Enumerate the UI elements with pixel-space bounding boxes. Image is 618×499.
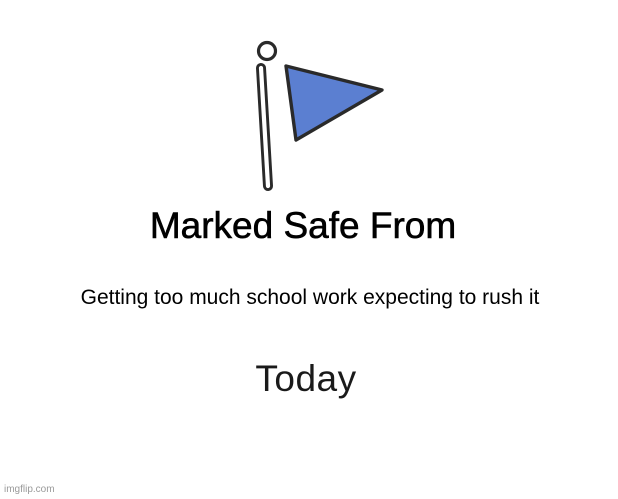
watermark: imgflip.com [4,484,55,495]
meme-footer: Today [0,356,618,402]
flag-icon [256,40,384,191]
meme-title: Marked Safe From [0,204,618,248]
meme-caption-text: Getting too much school work expecting t… [80,286,540,309]
meme-caption: Getting too much school work expecting t… [0,284,618,312]
meme-footer-text: Today [255,358,357,399]
meme-canvas: Marked Safe From Getting too much school… [0,0,618,499]
meme-title-text: Marked Safe From [149,205,457,247]
